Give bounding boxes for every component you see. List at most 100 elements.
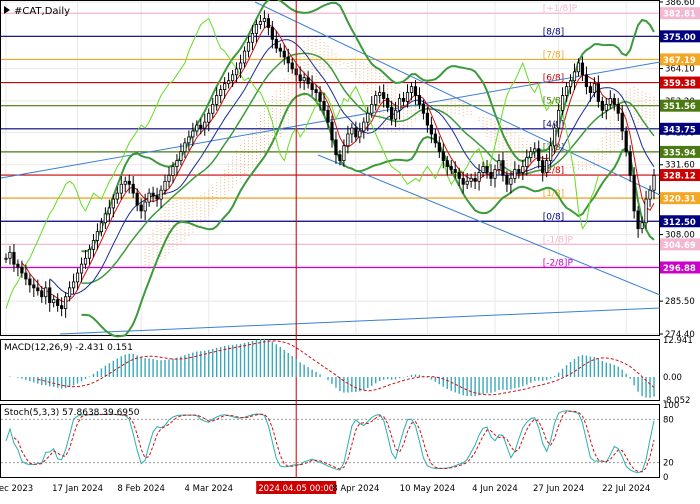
candle-body-156 bbox=[624, 130, 628, 153]
murrey-label-10: [0/8] bbox=[543, 212, 565, 222]
candle-body-135 bbox=[541, 160, 545, 173]
candle-body-3 bbox=[16, 263, 20, 268]
candle-body-69 bbox=[278, 47, 282, 52]
candle-body-97 bbox=[390, 106, 394, 120]
candle-body-150 bbox=[600, 101, 604, 111]
candle-body-76 bbox=[306, 77, 310, 85]
murrey-label-3: [7/8] bbox=[543, 50, 565, 60]
price-tag-label-1: 375.00 bbox=[663, 33, 696, 43]
candle-body-98 bbox=[393, 109, 398, 120]
time-label-7: 4 Jun 2024 bbox=[472, 484, 518, 494]
candle-body-142 bbox=[568, 80, 573, 88]
candle-body-92 bbox=[370, 103, 374, 114]
candle-body-68 bbox=[274, 38, 278, 49]
candle-body-131 bbox=[525, 157, 529, 167]
candle-body-49 bbox=[199, 124, 203, 129]
candle-body-21 bbox=[87, 248, 92, 259]
candle-body-64 bbox=[258, 21, 263, 25]
candle-body-155 bbox=[620, 112, 624, 132]
candle-body-128 bbox=[513, 169, 517, 179]
candle-body-77 bbox=[310, 83, 314, 90]
candle-body-132 bbox=[529, 151, 533, 159]
candle-body-57 bbox=[230, 74, 235, 82]
candle-body-66 bbox=[266, 18, 270, 28]
candle-body-136 bbox=[545, 160, 549, 173]
candle-body-153 bbox=[612, 98, 616, 105]
candle-body-109 bbox=[437, 142, 441, 153]
candle-body-94 bbox=[378, 92, 382, 96]
stoch-tick-1: 80 bbox=[663, 415, 674, 425]
candle-body-8 bbox=[36, 287, 40, 292]
candle-body-29 bbox=[119, 183, 123, 194]
candle-body-61 bbox=[246, 41, 251, 52]
candle-body-112 bbox=[449, 166, 453, 170]
candle-body-63 bbox=[254, 24, 259, 34]
candle-body-5 bbox=[24, 272, 28, 280]
candle-body-151 bbox=[604, 103, 608, 111]
price-tag-label-8: 320.31 bbox=[663, 195, 696, 205]
candle-body-17 bbox=[71, 281, 76, 289]
price-tick-label-0: 386.60 bbox=[665, 0, 695, 8]
candle-body-86 bbox=[346, 133, 350, 147]
candle-body-4 bbox=[20, 266, 24, 274]
candle-body-45 bbox=[183, 142, 187, 153]
candle-body-11 bbox=[48, 287, 52, 304]
price-tick-label-9: 285.50 bbox=[665, 297, 695, 307]
candle-body-58 bbox=[234, 68, 239, 76]
candle-body-34 bbox=[139, 204, 143, 212]
candle-body-139 bbox=[556, 109, 561, 129]
time-label-2: 8 Feb 2024 bbox=[117, 484, 165, 494]
candle-body-38 bbox=[155, 195, 159, 200]
candle-body-78 bbox=[314, 89, 318, 93]
candle-body-87 bbox=[350, 127, 354, 135]
candle-body-103 bbox=[413, 86, 418, 96]
candle-body-2 bbox=[12, 251, 16, 265]
candle-body-54 bbox=[219, 89, 223, 96]
candle-body-52 bbox=[211, 103, 215, 114]
candle-body-107 bbox=[429, 124, 433, 135]
candle-body-93 bbox=[374, 95, 378, 105]
candle-body-22 bbox=[91, 240, 96, 250]
candle-body-75 bbox=[302, 77, 306, 82]
candle-body-105 bbox=[421, 103, 426, 114]
candle-body-115 bbox=[461, 177, 465, 185]
candle-body-72 bbox=[290, 62, 294, 70]
candle-body-129 bbox=[517, 169, 521, 173]
candle-body-81 bbox=[326, 109, 330, 123]
price-tag-label-5: 343.75 bbox=[663, 125, 696, 135]
candle-body-67 bbox=[270, 27, 274, 40]
stoch-tick-3: 0 bbox=[663, 473, 668, 483]
stoch-tick-0: 100 bbox=[663, 401, 679, 411]
candle-body-143 bbox=[572, 71, 577, 82]
candle-body-122 bbox=[489, 172, 493, 179]
candle-body-152 bbox=[608, 98, 612, 105]
candle-body-55 bbox=[223, 83, 227, 90]
candle-body-114 bbox=[457, 172, 461, 179]
candle-body-120 bbox=[481, 166, 485, 173]
candle-body-145 bbox=[580, 62, 585, 76]
candle-body-7 bbox=[32, 284, 36, 289]
price-tag-label-4: 351.56 bbox=[663, 102, 696, 112]
candle-body-91 bbox=[366, 112, 370, 123]
candle-body-23 bbox=[95, 231, 100, 241]
candle-body-106 bbox=[425, 112, 430, 126]
candle-body-116 bbox=[465, 180, 469, 185]
candle-body-118 bbox=[473, 177, 477, 182]
candle-body-62 bbox=[250, 32, 255, 43]
candle-body-70 bbox=[282, 50, 286, 58]
candle-body-146 bbox=[584, 74, 589, 88]
candle-body-19 bbox=[79, 263, 84, 274]
chart-title: #CAT,Daily bbox=[14, 6, 70, 17]
candle-body-30 bbox=[123, 180, 127, 185]
candle-body-15 bbox=[64, 296, 68, 309]
candle-body-84 bbox=[338, 154, 342, 162]
candle-body-88 bbox=[354, 127, 358, 138]
time-label-8: 27 Jun 2024 bbox=[533, 484, 584, 494]
candle-body-119 bbox=[477, 172, 481, 182]
candle-body-110 bbox=[441, 151, 445, 162]
chart-root: [+1/8]P [8/8] [7/8] [6/8] [5/8] [4/8] [3/8] [2/… bbox=[0, 0, 700, 500]
time-axis: 21 Dec 2023 17 Jan 2024 8 Feb 2024 4 Mar 20… bbox=[0, 481, 650, 494]
murrey-label-2: [8/8] bbox=[543, 27, 565, 37]
candle-body-13 bbox=[56, 299, 60, 306]
candle-body-28 bbox=[115, 192, 119, 200]
